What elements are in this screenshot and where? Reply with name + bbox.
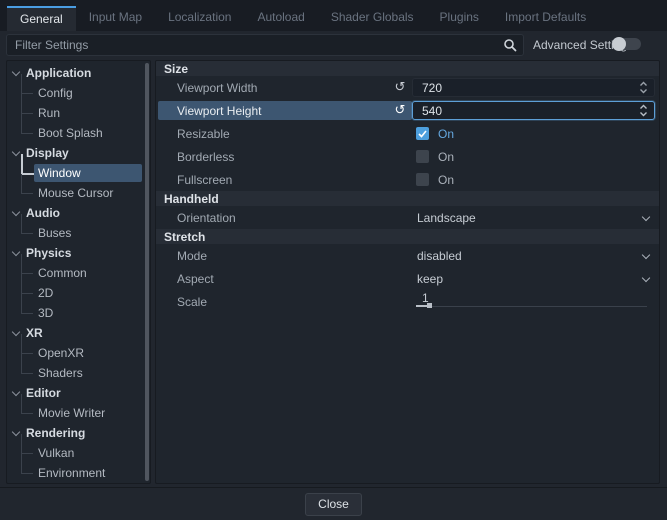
setting-label: Borderless [177, 150, 412, 164]
borderless-checkbox[interactable] [416, 150, 429, 163]
setting-row-viewport-height: Viewport Height ↺ 540 [156, 99, 659, 122]
dropdown-value: Landscape [417, 211, 476, 225]
checkbox-state-text: On [438, 173, 454, 187]
setting-row-fullscreen: Fullscreen On [156, 168, 659, 191]
resizable-checkbox[interactable] [416, 127, 429, 140]
settings-category-tree: Application Config Run Boot Splash Displ… [6, 60, 151, 484]
value-area: 720 [412, 76, 659, 99]
tab-input-map[interactable]: Input Map [76, 6, 155, 31]
viewport-width-spinbox[interactable]: 720 [412, 78, 655, 97]
tree-connector [21, 183, 34, 203]
sidebar-item-mouse-cursor[interactable]: Mouse Cursor [7, 183, 150, 203]
setting-label: Scale [177, 295, 412, 309]
setting-label: Fullscreen [177, 173, 412, 187]
sidebar-item-movie-writer[interactable]: Movie Writer [7, 403, 150, 423]
dropdown-value: keep [417, 272, 443, 286]
chevron-down-icon[interactable] [642, 275, 650, 283]
filter-settings-input[interactable] [6, 34, 524, 56]
spin-updown-icon[interactable] [639, 81, 648, 94]
setting-label: Mode [177, 249, 412, 263]
setting-label: Orientation [177, 211, 412, 225]
setting-row-orientation: Orientation Landscape [156, 206, 659, 229]
setting-label: Aspect [177, 272, 412, 286]
revert-icon[interactable]: ↺ [388, 80, 412, 95]
setting-row-viewport-width: Viewport Width ↺ 720 [156, 76, 659, 99]
setting-row-mode: Mode disabled [156, 244, 659, 267]
value-area: On [412, 145, 659, 168]
toggle-knob [612, 37, 626, 51]
revert-icon[interactable]: ↺ [388, 103, 412, 118]
fullscreen-checkbox[interactable] [416, 173, 429, 186]
dropdown-value: disabled [417, 249, 462, 263]
sidebar-item-boot-splash[interactable]: Boot Splash [7, 123, 150, 143]
tree-connector [21, 303, 34, 323]
viewport-height-spinbox[interactable]: 540 [412, 101, 655, 120]
spinbox-value: 720 [422, 81, 442, 95]
checkbox-state-text: On [438, 127, 454, 141]
sidebar-item-environment[interactable]: Environment [7, 463, 150, 483]
setting-label-cell: Mode [158, 246, 412, 265]
tree-connector [21, 463, 34, 483]
value-area: 540 [412, 99, 659, 122]
tree-connector [21, 223, 34, 243]
tab-import-defaults[interactable]: Import Defaults [492, 6, 599, 31]
spinbox-value: 540 [422, 104, 442, 118]
chevron-down-icon[interactable] [642, 252, 650, 260]
tab-localization[interactable]: Localization [155, 6, 244, 31]
checkbox-state-text: On [438, 150, 454, 164]
setting-label-cell: Resizable [158, 124, 412, 143]
value-area: On [412, 168, 659, 191]
tab-autoload[interactable]: Autoload [244, 6, 317, 31]
section-header-stretch: Stretch [156, 229, 659, 244]
section-header-size: Size [156, 61, 659, 76]
setting-row-borderless: Borderless On [156, 145, 659, 168]
setting-label-cell: Fullscreen [158, 170, 412, 189]
filter-settings-wrap [6, 34, 524, 56]
tab-plugins[interactable]: Plugins [427, 6, 492, 31]
spin-updown-icon[interactable] [639, 104, 648, 117]
orientation-dropdown[interactable]: Landscape [412, 206, 659, 229]
stretch-mode-dropdown[interactable]: disabled [412, 244, 659, 267]
setting-label-cell: Aspect [158, 269, 412, 288]
tree-connector [21, 123, 34, 143]
setting-row-scale: Scale 1 [156, 290, 659, 313]
setting-label: Viewport Height [177, 104, 388, 118]
setting-label: Resizable [177, 127, 412, 141]
sidebar-item-buses[interactable]: Buses [7, 223, 150, 243]
slider-track[interactable] [416, 306, 647, 307]
scale-slider: 1 [412, 290, 659, 313]
setting-label-cell: Borderless [158, 147, 412, 166]
advanced-settings-toggle[interactable] [612, 38, 641, 50]
dialog-footer: Close [0, 487, 667, 520]
sidebar-item-shaders[interactable]: Shaders [7, 363, 150, 383]
section-header-handheld: Handheld [156, 191, 659, 206]
setting-row-aspect: Aspect keep [156, 267, 659, 290]
settings-panel: Size Viewport Width ↺ 720 Viewport Heigh… [155, 60, 660, 484]
tab-general[interactable]: General [7, 6, 76, 31]
tree-connector [21, 403, 34, 423]
setting-label-cell: Scale [158, 292, 412, 311]
slider-grabber[interactable] [427, 303, 432, 308]
value-area: On [412, 122, 659, 145]
stretch-aspect-dropdown[interactable]: keep [412, 267, 659, 290]
chevron-down-icon[interactable] [642, 214, 650, 222]
setting-label: Viewport Width [177, 81, 388, 95]
setting-label-cell: Viewport Width ↺ [158, 78, 412, 97]
sidebar-scrollbar[interactable] [145, 63, 149, 481]
sidebar-item-3d[interactable]: 3D [7, 303, 150, 323]
setting-label-cell: Orientation [158, 208, 412, 227]
project-settings-tab-bar: General Input Map Localization Autoload … [0, 0, 667, 31]
setting-label-cell: Viewport Height ↺ [158, 101, 412, 120]
search-icon [503, 38, 517, 52]
tree-connector [21, 363, 34, 383]
setting-row-resizable: Resizable On [156, 122, 659, 145]
close-button[interactable]: Close [305, 493, 362, 516]
tab-shader-globals[interactable]: Shader Globals [318, 6, 427, 31]
